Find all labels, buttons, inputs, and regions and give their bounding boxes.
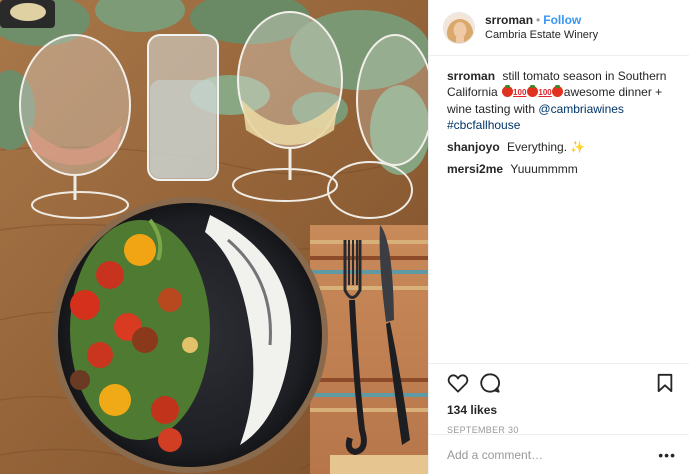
avatar-image-icon	[444, 12, 474, 43]
food-photo-illustration	[0, 0, 428, 474]
water-tumbler	[147, 34, 219, 181]
comment-icon	[480, 373, 501, 393]
add-comment-bar: •••	[429, 434, 689, 474]
tomato-emoji-icon	[552, 85, 564, 97]
comment-username[interactable]: shanjoyo	[447, 140, 503, 154]
tomato-emoji-icon	[501, 85, 513, 97]
likes-count[interactable]: 134 likes	[447, 402, 676, 418]
bookmark-icon	[657, 373, 673, 393]
post-photo[interactable]	[0, 0, 428, 474]
post-side-panel: srroman • Follow Cambria Estate Winery srr…	[428, 0, 689, 474]
mention-link[interactable]: @cambriawines	[538, 102, 624, 116]
tomato-emoji-icon	[526, 85, 538, 97]
comment-item: shanjoyo Everything. ✨	[447, 139, 675, 155]
caption-username[interactable]: srroman	[447, 69, 498, 83]
save-button[interactable]	[654, 372, 676, 394]
comment-button[interactable]	[479, 372, 501, 394]
comment-text: Yuuummmm	[510, 162, 578, 176]
header-text: srroman • Follow Cambria Estate Winery	[485, 13, 598, 43]
instagram-post: srroman • Follow Cambria Estate Winery srr…	[0, 0, 689, 474]
header-top-line: srroman • Follow	[485, 13, 598, 28]
comment-username[interactable]: mersi2me	[447, 162, 506, 176]
location-link[interactable]: Cambria Estate Winery	[485, 28, 598, 43]
avatar[interactable]	[443, 11, 475, 44]
comment-item: mersi2me Yuuummmm	[447, 161, 675, 177]
separator-dot: •	[536, 12, 541, 27]
post-header: srroman • Follow Cambria Estate Winery	[429, 0, 689, 56]
username-link[interactable]: srroman	[485, 13, 533, 27]
action-bar	[447, 364, 676, 402]
hundred-points-emoji-icon: 100	[538, 88, 552, 97]
more-options-button[interactable]: •••	[658, 447, 676, 463]
striped-napkin	[310, 225, 428, 474]
follow-button[interactable]: Follow	[543, 13, 581, 27]
like-button[interactable]	[447, 372, 469, 394]
comment-text: Everything.	[507, 140, 568, 154]
heart-icon	[447, 374, 469, 393]
post-actions-area: 134 likes SEPTEMBER 30	[429, 363, 689, 435]
comment-input[interactable]	[447, 447, 659, 462]
sparkles-emoji-icon: ✨	[570, 140, 586, 154]
hundred-points-emoji-icon: 100	[513, 88, 527, 97]
hashtag-link[interactable]: #cbcfallhouse	[447, 118, 520, 132]
caption: srroman still tomato season in Southern …	[447, 68, 675, 133]
